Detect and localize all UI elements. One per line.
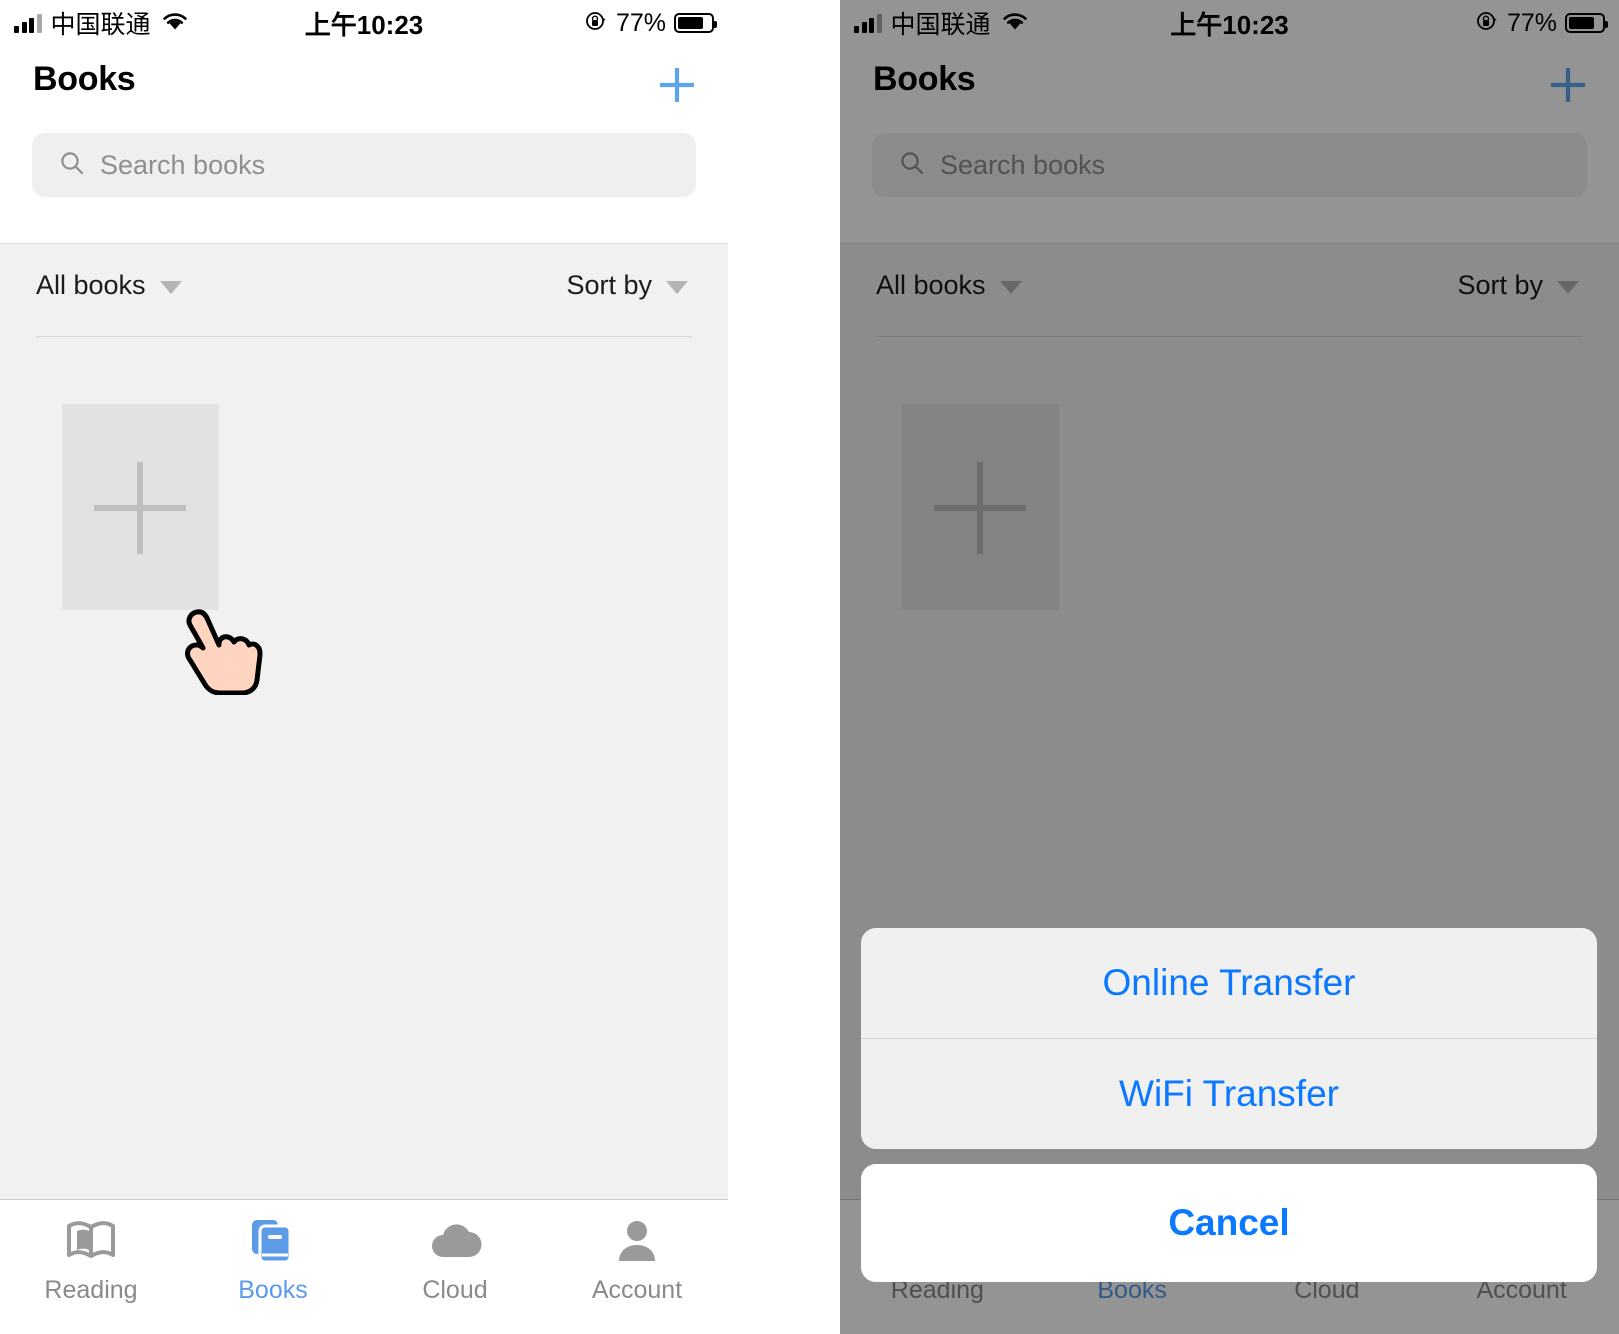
tab-reading[interactable]: Reading [0, 1200, 182, 1305]
open-book-icon [64, 1214, 118, 1268]
search-input[interactable]: Search books [32, 133, 696, 197]
page-title: Books [33, 60, 136, 98]
person-icon [612, 1214, 662, 1268]
status-bar: 中国联通 上午10:23 77% [0, 0, 728, 46]
tab-label-reading: Reading [44, 1276, 138, 1304]
phone-screen-after: 中国联通 上午10:23 77% Books Search books All … [840, 0, 1619, 1334]
action-sheet: Online Transfer WiFi Transfer [861, 928, 1597, 1149]
all-books-filter[interactable]: All books [36, 270, 182, 301]
books-content-area: All books Sort by [0, 243, 728, 1200]
filter-bar: All books Sort by [0, 244, 728, 339]
all-books-label: All books [36, 270, 146, 300]
tab-label-books: Books [238, 1276, 308, 1304]
clock-label: 上午10:23 [304, 9, 424, 40]
status-bar-right: 77% [584, 0, 717, 46]
battery-icon [674, 13, 717, 33]
tab-cloud[interactable]: Cloud [364, 1200, 546, 1305]
wifi-transfer-button[interactable]: WiFi Transfer [861, 1039, 1597, 1149]
search-bar[interactable]: Search books [32, 133, 696, 197]
tab-bar: Reading Books Cloud Account [0, 1199, 728, 1334]
cancel-button[interactable]: Cancel [861, 1164, 1597, 1282]
chevron-down-icon [159, 280, 182, 294]
tab-label-cloud: Cloud [422, 1276, 488, 1304]
search-placeholder: Search books [100, 149, 266, 180]
tab-label-account: Account [591, 1276, 683, 1304]
rotation-lock-icon [584, 9, 608, 38]
phone-screen-before: 中国联通 上午10:23 77% Books Search books All … [0, 0, 728, 1334]
search-icon [58, 149, 86, 182]
add-book-button[interactable] [648, 56, 706, 114]
chevron-down-icon [666, 280, 688, 294]
battery-percent-label: 77% [615, 8, 666, 37]
online-transfer-button[interactable]: Online Transfer [861, 928, 1597, 1038]
filter-divider [36, 336, 692, 337]
cloud-icon [426, 1214, 484, 1268]
tab-account[interactable]: Account [546, 1200, 728, 1305]
books-icon [246, 1214, 300, 1268]
tab-books[interactable]: Books [182, 1200, 364, 1305]
sort-by-filter[interactable]: Sort by [566, 270, 688, 301]
sort-by-label: Sort by [566, 270, 652, 300]
add-book-card[interactable] [62, 404, 219, 610]
books-grid [62, 404, 219, 610]
nav-bar: Books [0, 46, 728, 122]
